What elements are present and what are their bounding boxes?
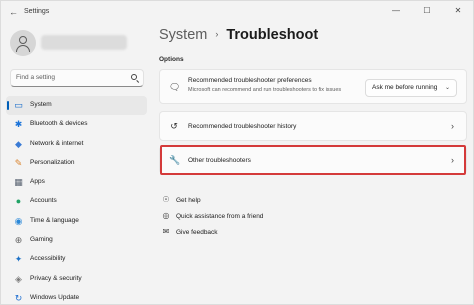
avatar-body-icon [16, 45, 30, 52]
person-icon: ● [15, 196, 22, 207]
sidebar-item-network-internet[interactable]: ◆ Network & internet [6, 135, 147, 154]
page-title: System › Troubleshoot [159, 27, 318, 43]
minimize-button[interactable]: — [382, 1, 410, 21]
close-button[interactable]: ✕ [444, 1, 472, 21]
apps-icon: ▦ [14, 177, 23, 188]
chevron-down-icon: ⌄ [444, 85, 450, 91]
title-bar: ← Settings — ☐ ✕ [1, 1, 473, 25]
preference-dropdown[interactable]: Ask me before running ⌄ [365, 79, 457, 97]
search-placeholder: Find a setting [16, 74, 56, 81]
help-icon: ☉ [162, 195, 170, 204]
sidebar-item-label: Gaming [30, 236, 53, 244]
update-icon: ↻ [14, 292, 23, 303]
remote-assist-icon: ◎ [162, 211, 170, 220]
message-icon: 🗨 [169, 81, 181, 92]
help-link-quick-assistance-from-a-friend[interactable]: ◎ Quick assistance from a friend [161, 211, 264, 220]
avatar[interactable] [10, 30, 36, 56]
gamepad-icon: ⊕ [14, 235, 23, 246]
sidebar-item-label: Accessibility [30, 255, 66, 263]
sidebar-item-windows-update[interactable]: ↻ Windows Update [6, 289, 147, 304]
back-arrow-icon[interactable]: ← [9, 8, 18, 17]
breadcrumb-separator-icon: › [215, 29, 219, 39]
chevron-right-icon: › [451, 121, 454, 131]
help-link-get-help[interactable]: ☉ Get help [161, 195, 201, 204]
history-icon: ↺ [170, 121, 178, 131]
sidebar-item-label: Bluetooth & devices [30, 120, 88, 128]
help-link-label: Get help [176, 197, 201, 204]
accessibility-icon: ✦ [14, 254, 23, 265]
card-title: Recommended troubleshooter preferences [188, 77, 312, 84]
avatar-head-icon [19, 36, 27, 44]
maximize-button[interactable]: ☐ [413, 1, 441, 21]
blurred-user-name [41, 35, 127, 50]
highlight-frame [160, 145, 466, 175]
sidebar-item-apps[interactable]: ▦ Apps [6, 173, 147, 192]
section-label-options: Options [159, 56, 184, 63]
card-troubleshooter-preferences: 🗨 Recommended troubleshooter preferences… [159, 69, 467, 104]
shield-icon: ◈ [15, 273, 22, 284]
sidebar-item-privacy-security[interactable]: ◈ Privacy & security [6, 270, 147, 289]
search-icon[interactable] [131, 74, 137, 80]
sidebar-nav: ▭ System ✱ Bluetooth & devices ◆ Network & in… [6, 96, 147, 304]
bluetooth-icon: ✱ [14, 119, 23, 130]
sidebar-item-personalization[interactable]: ✎ Personalization [6, 154, 147, 173]
wifi-icon: ◆ [15, 138, 22, 149]
brush-icon: ✎ [14, 157, 23, 168]
sidebar-item-gaming[interactable]: ⊕ Gaming [6, 231, 147, 250]
sidebar-item-accounts[interactable]: ● Accounts [6, 192, 147, 211]
sidebar-item-system[interactable]: ▭ System [6, 96, 147, 116]
card-description: Microsoft can recommend and run troubles… [188, 87, 342, 93]
card-title: Recommended troubleshooter history [188, 123, 297, 130]
breadcrumb-system[interactable]: System [159, 27, 207, 43]
window-title: Settings [24, 8, 50, 15]
sidebar-item-label: Time & language [30, 216, 79, 224]
sidebar-item-label: System [30, 101, 52, 108]
sidebar-item-label: Accounts [30, 197, 57, 205]
card-troubleshooter-history[interactable]: ↺ Recommended troubleshooter history › [159, 111, 467, 141]
search-input[interactable]: Find a setting [10, 69, 144, 87]
sidebar-item-label: Privacy & security [30, 274, 82, 282]
help-link-give-feedback[interactable]: ✉ Give feedback [161, 227, 218, 236]
dropdown-value: Ask me before running [372, 84, 438, 91]
sidebar-item-bluetooth-devices[interactable]: ✱ Bluetooth & devices [6, 115, 147, 134]
sidebar-item-label: Personalization [30, 158, 75, 166]
globe-clock-icon: ◉ [14, 215, 23, 226]
sidebar-item-label: Apps [30, 178, 45, 186]
sidebar-item-accessibility[interactable]: ✦ Accessibility [6, 250, 147, 269]
breadcrumb-current: Troubleshoot [226, 27, 319, 43]
feedback-icon: ✉ [162, 227, 170, 236]
settings-window: ← Settings — ☐ ✕ Find a setting ▭ System ✱… [0, 0, 474, 305]
monitor-icon: ▭ [14, 100, 23, 110]
sidebar-item-label: Network & internet [30, 139, 84, 147]
help-link-label: Quick assistance from a friend [176, 213, 264, 220]
help-link-label: Give feedback [176, 229, 218, 236]
sidebar-item-label: Windows Update [30, 293, 80, 301]
sidebar-item-time-language[interactable]: ◉ Time & language [6, 212, 147, 231]
